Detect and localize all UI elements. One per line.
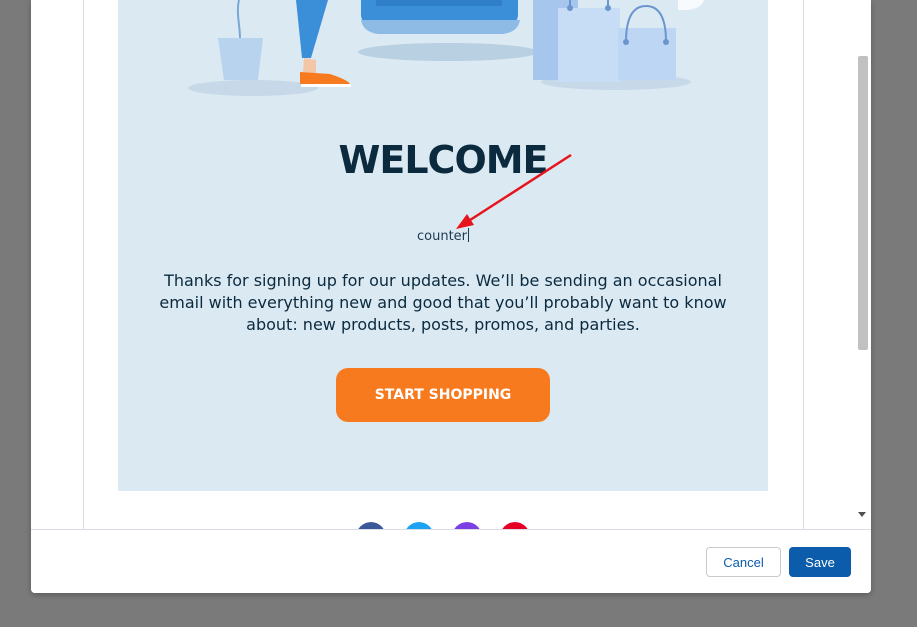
text-caret <box>468 228 470 242</box>
cancel-button[interactable]: Cancel <box>706 547 781 577</box>
modal-footer: Cancel Save <box>31 529 871 593</box>
email-canvas: WELCOME counter Thanks for signing up fo… <box>83 0 804 529</box>
start-shopping-button[interactable]: START SHOPPING <box>336 368 550 422</box>
facebook-icon[interactable] <box>356 522 386 529</box>
instagram-icon[interactable] <box>452 522 482 529</box>
scrollbar-thumb[interactable] <box>858 56 868 350</box>
email-card[interactable]: WELCOME counter Thanks for signing up fo… <box>118 0 768 491</box>
vertical-scrollbar[interactable] <box>854 0 871 529</box>
counter-text: counter <box>416 229 468 244</box>
save-button[interactable]: Save <box>789 547 851 577</box>
body-paragraph: Thanks for signing up for our updates. W… <box>159 271 727 334</box>
email-editor-modal: WELCOME counter Thanks for signing up fo… <box>31 0 871 593</box>
twitter-icon[interactable] <box>404 522 434 529</box>
hero-illustration <box>188 0 704 96</box>
pinterest-icon[interactable] <box>500 522 530 529</box>
counter-text-field[interactable]: counter <box>118 228 768 244</box>
editor-content-area: WELCOME counter Thanks for signing up fo… <box>31 0 871 529</box>
social-icons-row <box>84 522 803 529</box>
scroll-down-arrow-icon[interactable] <box>858 512 866 517</box>
welcome-heading: WELCOME <box>338 138 548 182</box>
